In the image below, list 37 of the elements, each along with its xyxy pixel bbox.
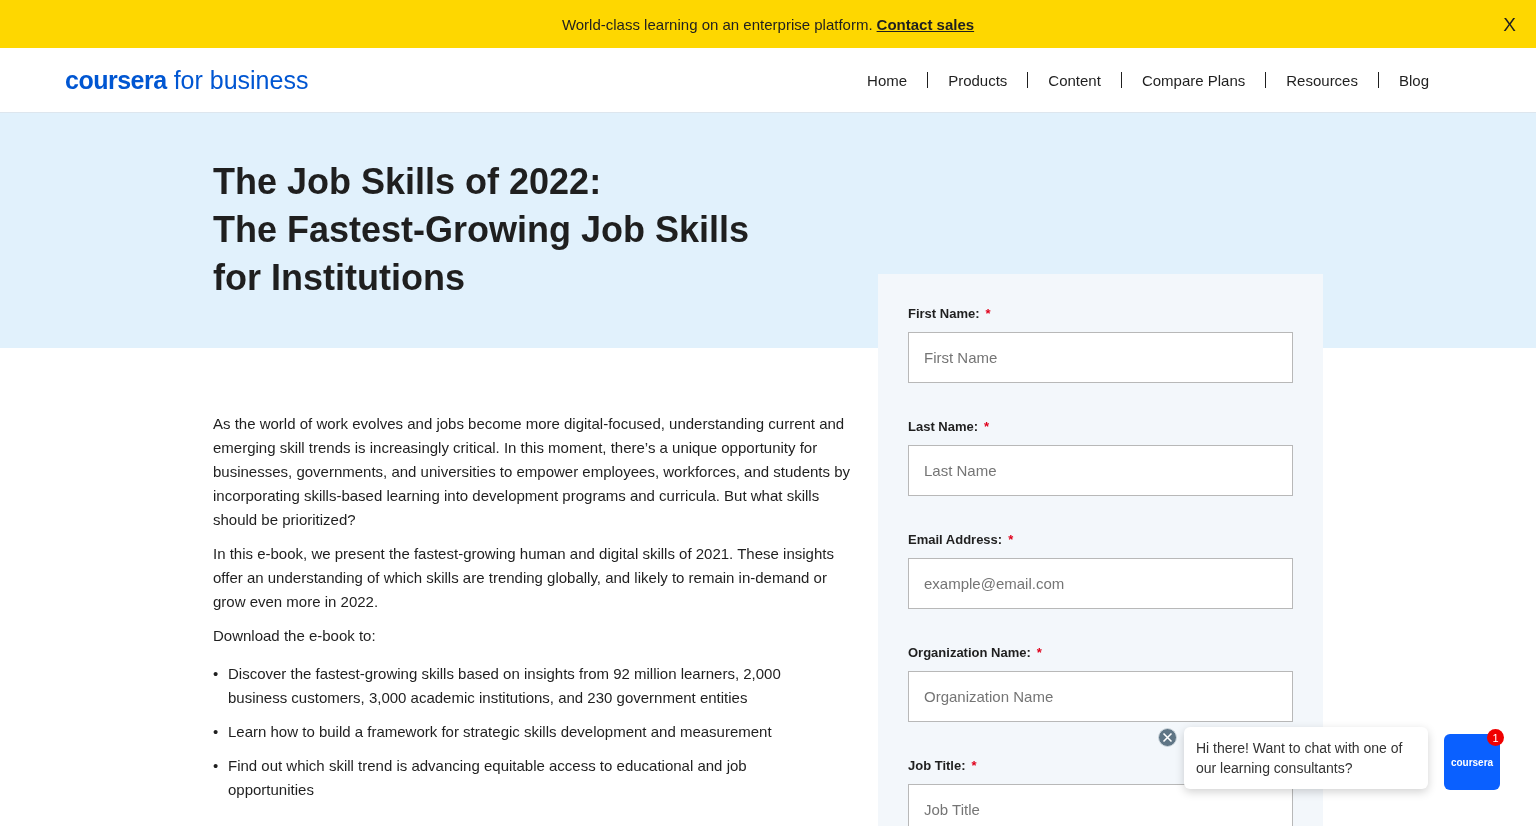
paragraph: Download the e-book to: [213, 626, 377, 646]
bullet-marker: • [213, 756, 220, 776]
nav-link[interactable]: Blog [1378, 71, 1449, 89]
input-field[interactable]: First Name [908, 332, 1293, 383]
bullet-marker: • [213, 722, 220, 742]
required-mark: * [984, 419, 990, 434]
contact-sales-link[interactable]: Contact sales [876, 15, 975, 33]
paragraph: In this e-book, we present the fastest-growing human and digital skills of 2021. These insights offer an understanding of which skills are trending globally, and likely to remain in-demand or grow even more in 2022. [213, 544, 835, 612]
input-field[interactable]: Organization Name [908, 671, 1293, 722]
bullet-item: Find out which skill trend is advancing equitable access to educational and job opportunities [228, 756, 748, 800]
required-mark: * [1036, 645, 1042, 660]
bullet-item: Learn how to build a framework for strategic skills development and measurement [228, 722, 772, 742]
banner-text: World-class learning on an enterprise platform. [561, 15, 873, 33]
input-field[interactable]: Last Name [908, 445, 1293, 496]
field-label: Organization Name: [908, 645, 1031, 660]
page-title: The Job Skills of 2022: The Fastest-Growing Job Skills for Institutions [213, 160, 751, 300]
input-field[interactable]: example@email.com [908, 558, 1293, 609]
nav-link[interactable]: Resources [1266, 71, 1378, 89]
nav-link[interactable]: Compare Plans [1121, 71, 1266, 89]
field-label: First Name: [908, 306, 980, 321]
field-label: Job Title: [908, 758, 966, 773]
paragraph: As the world of work evolves and jobs become more digital-focused, understanding current and emerging skill trends is increasingly critical. In this moment, there’s a unique opportunity for businesses, governments, and universities to empower employees, workforces, and students by incorporating skills-based learning into development programs and curricula. But what skills should be prioritized? [213, 414, 851, 530]
nav-link[interactable]: Products [928, 71, 1028, 89]
required-mark: * [971, 758, 977, 773]
field-label: Email Address: [908, 532, 1003, 547]
chat-message: Hi there! Want to chat with one of our learning consultants? [1184, 727, 1428, 789]
bullet-marker: • [213, 664, 220, 684]
field-label: Last Name: [908, 419, 979, 434]
logo[interactable]: coursera for business [65, 65, 309, 95]
required-mark: * [1008, 532, 1014, 547]
close-button[interactable]: X [1503, 14, 1516, 36]
bullet-item: Discover the fastest-growing skills based on insights from 92 million learners, 2,000 business customers, 3,000 academic institutions, and 230 government entities [228, 664, 782, 708]
required-mark: * [985, 306, 991, 321]
close-icon[interactable] [1158, 728, 1177, 747]
nav-link[interactable]: Home [847, 71, 928, 89]
input-field[interactable]: Job Title [908, 784, 1293, 826]
nav-link[interactable]: Content [1028, 71, 1121, 89]
